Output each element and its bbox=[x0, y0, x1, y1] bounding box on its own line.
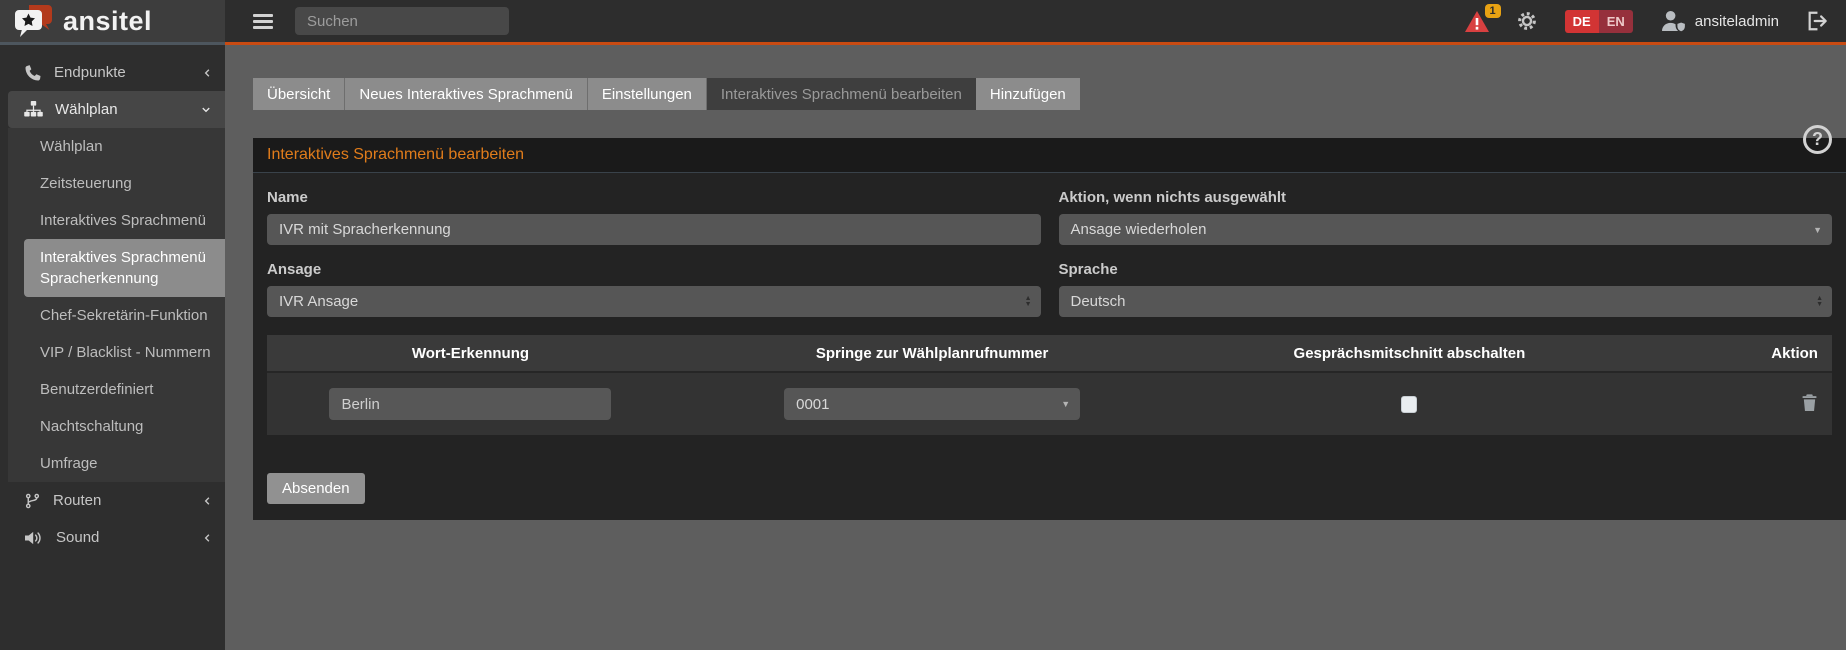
sidebar-item-sound[interactable]: Sound bbox=[0, 519, 225, 556]
help-icon[interactable]: ? bbox=[1803, 125, 1832, 154]
name-label: Name bbox=[267, 189, 1041, 206]
volume-icon bbox=[24, 529, 44, 547]
submenu-item-nachtschaltung[interactable]: Nachtschaltung bbox=[8, 408, 225, 445]
user-menu[interactable]: ansiteladmin bbox=[1660, 10, 1779, 32]
tab-uebersicht[interactable]: Übersicht bbox=[253, 78, 345, 110]
topbar: ansitel 1 bbox=[0, 0, 1846, 45]
alerts-button[interactable]: 1 bbox=[1465, 11, 1489, 32]
ansage-label: Ansage bbox=[267, 261, 1041, 278]
caret-down-icon: ▼ bbox=[1061, 399, 1070, 409]
sprache-field: Sprache Deutsch ▲▼ bbox=[1059, 245, 1833, 317]
col-header-aktion: Aktion bbox=[1629, 345, 1832, 362]
rufnummer-select[interactable]: 0001 ▼ bbox=[784, 388, 1080, 420]
sidebar-item-label: Sound bbox=[56, 529, 99, 546]
logout-icon[interactable] bbox=[1806, 10, 1828, 32]
route-branch-icon bbox=[24, 492, 41, 510]
tab-bar: Übersicht Neues Interaktives Sprachmenü … bbox=[253, 78, 1080, 110]
settings-gear-icon[interactable] bbox=[1516, 10, 1538, 32]
caret-down-icon: ▼ bbox=[1813, 225, 1822, 235]
submenu-item-umfrage[interactable]: Umfrage bbox=[8, 445, 225, 482]
language-en-button[interactable]: EN bbox=[1599, 10, 1633, 33]
trash-icon bbox=[1801, 393, 1818, 412]
absenden-button[interactable]: Absenden bbox=[267, 473, 365, 504]
sidebar-item-waehlplan[interactable]: Wählplan bbox=[8, 91, 225, 128]
user-shield-icon bbox=[1660, 10, 1687, 32]
action-label: Aktion, wenn nichts ausgewählt bbox=[1059, 189, 1833, 206]
sidebar-item-endpunkte[interactable]: Endpunkte bbox=[0, 54, 225, 91]
col-header-wort-erkennung: Wort-Erkennung bbox=[267, 345, 674, 362]
tab-einstellungen[interactable]: Einstellungen bbox=[588, 78, 707, 110]
chevron-down-icon bbox=[199, 104, 213, 115]
chevron-left-icon bbox=[202, 66, 213, 80]
chevron-left-icon bbox=[202, 531, 213, 545]
sprache-select[interactable]: Deutsch ▲▼ bbox=[1059, 286, 1833, 317]
mitschnitt-abschalten-checkbox[interactable] bbox=[1401, 396, 1417, 413]
sidebar: Endpunkte Wählplan Wählplan Zeitsteuerun… bbox=[0, 45, 225, 650]
phone-icon bbox=[24, 64, 42, 82]
submenu-item-benutzerdefiniert[interactable]: Benutzerdefiniert bbox=[8, 371, 225, 408]
sprache-selected-value: Deutsch bbox=[1071, 293, 1126, 310]
submenu-item-interaktives-sprachmenue[interactable]: Interaktives Sprachmenü bbox=[8, 202, 225, 239]
topbar-main: 1 DE EN ansitel bbox=[225, 0, 1846, 45]
topbar-actions: 1 DE EN ansitel bbox=[1465, 10, 1846, 33]
action-select[interactable]: Ansage wiederholen ▼ bbox=[1059, 214, 1833, 245]
sidebar-item-label: Routen bbox=[53, 492, 101, 509]
language-de-button[interactable]: DE bbox=[1565, 10, 1599, 33]
brand-name: ansitel bbox=[63, 6, 152, 37]
brand-logo[interactable]: ansitel bbox=[0, 0, 225, 45]
edit-ivr-panel: Interaktives Sprachmenü bearbeiten Name … bbox=[253, 138, 1846, 520]
caret-updown-icon: ▲▼ bbox=[1025, 296, 1032, 308]
col-header-springe-zur-nummer: Springe zur Wählplanrufnummer bbox=[674, 345, 1190, 362]
table-header-row: Wort-Erkennung Springe zur Wählplanrufnu… bbox=[267, 335, 1832, 371]
sidebar-item-label: Endpunkte bbox=[54, 64, 126, 81]
ansage-field: Ansage IVR Ansage ▲▼ bbox=[267, 245, 1041, 317]
ansage-select[interactable]: IVR Ansage ▲▼ bbox=[267, 286, 1041, 317]
col-header-mitschnitt: Gesprächsmitschnitt abschalten bbox=[1190, 345, 1628, 362]
sprache-label: Sprache bbox=[1059, 261, 1833, 278]
panel-title: Interaktives Sprachmenü bearbeiten bbox=[253, 138, 1846, 173]
word-recognition-table: Wort-Erkennung Springe zur Wählplanrufnu… bbox=[267, 335, 1832, 435]
ansage-selected-value: IVR Ansage bbox=[279, 293, 358, 310]
username: ansiteladmin bbox=[1695, 13, 1779, 30]
action-selected-value: Ansage wiederholen bbox=[1071, 221, 1207, 238]
language-switch: DE EN bbox=[1565, 10, 1633, 33]
submenu-item-vip-blacklist[interactable]: VIP / Blacklist - Nummern bbox=[8, 334, 225, 371]
wort-erkennung-input[interactable] bbox=[329, 388, 611, 420]
ansitel-logo-icon bbox=[14, 4, 54, 38]
submenu-item-waehlplan[interactable]: Wählplan bbox=[8, 128, 225, 165]
tab-hinzufuegen[interactable]: Hinzufügen bbox=[976, 78, 1080, 110]
waehlplan-submenu: Wählplan Zeitsteuerung Interaktives Spra… bbox=[8, 128, 225, 482]
action-field: Aktion, wenn nichts ausgewählt Ansage wi… bbox=[1059, 173, 1833, 245]
alert-count-badge: 1 bbox=[1485, 4, 1501, 18]
panel-body: Name Aktion, wenn nichts ausgewählt Ansa… bbox=[253, 173, 1846, 520]
sidebar-item-routen[interactable]: Routen bbox=[0, 482, 225, 519]
tab-neues-sprachmenue[interactable]: Neues Interaktives Sprachmenü bbox=[345, 78, 587, 110]
sitemap-icon bbox=[24, 101, 43, 118]
submenu-item-sprachmenue-spracherkennung[interactable]: Interaktives Sprachmenü Spracherkennung bbox=[24, 239, 225, 297]
chevron-left-icon bbox=[202, 494, 213, 508]
submenu-item-chef-sekretaerin[interactable]: Chef-Sekretärin-Funktion bbox=[8, 297, 225, 334]
table-row: 0001 ▼ bbox=[267, 371, 1832, 435]
caret-updown-icon: ▲▼ bbox=[1816, 296, 1823, 308]
submenu-item-zeitsteuerung[interactable]: Zeitsteuerung bbox=[8, 165, 225, 202]
sidebar-item-label: Wählplan bbox=[55, 101, 118, 118]
menu-icon[interactable] bbox=[253, 11, 273, 32]
name-field: Name bbox=[267, 173, 1041, 245]
name-input[interactable] bbox=[267, 214, 1041, 245]
tab-sprachmenue-bearbeiten[interactable]: Interaktives Sprachmenü bearbeiten bbox=[707, 78, 976, 110]
main-area: Übersicht Neues Interaktives Sprachmenü … bbox=[225, 45, 1846, 650]
delete-row-button[interactable] bbox=[1801, 393, 1818, 415]
rufnummer-selected-value: 0001 bbox=[796, 396, 829, 413]
search-input[interactable] bbox=[295, 7, 509, 35]
